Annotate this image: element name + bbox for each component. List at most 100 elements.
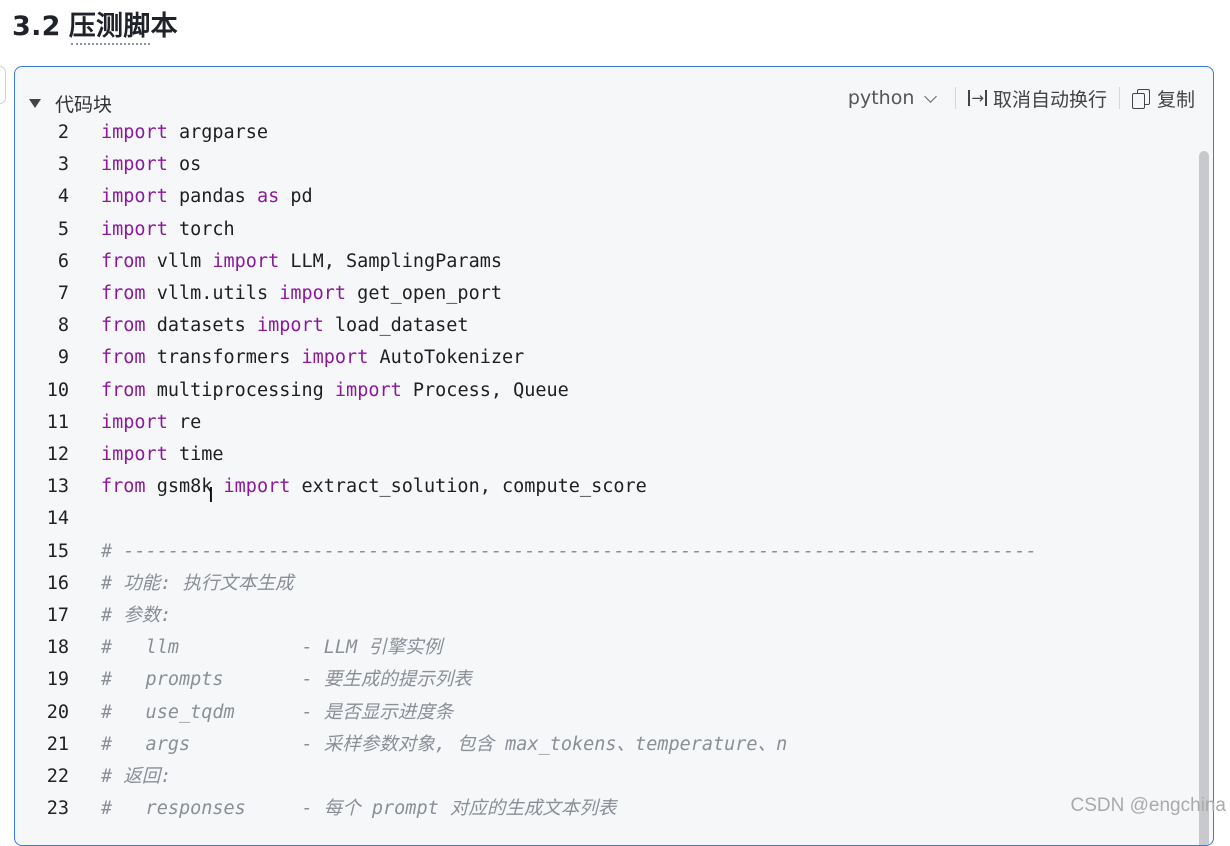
code-token: os xyxy=(167,154,202,176)
toggle-wrap-button[interactable]: → 取消自动换行 xyxy=(968,85,1107,112)
code-keyword: from xyxy=(101,347,146,369)
section-number: 3.2 xyxy=(12,11,61,42)
code-text: import re xyxy=(101,407,201,439)
code-text: import pandas as pd xyxy=(101,181,313,213)
line-number: 4 xyxy=(57,186,69,208)
language-selector[interactable]: python xyxy=(848,87,943,109)
code-keyword: import xyxy=(334,379,402,401)
code-comment: # 功能: 执行文本生成 xyxy=(101,572,294,594)
code-keyword: import xyxy=(212,250,280,272)
code-comment: # prompts - 要生成的提示列表 xyxy=(101,669,472,691)
line-number: 12 xyxy=(46,444,69,465)
wrap-toggle-icon: → xyxy=(968,90,987,106)
code-token: LLM, SamplingParams xyxy=(279,250,502,272)
line-number: 20 xyxy=(46,701,69,723)
toggle-wrap-label: 取消自动换行 xyxy=(992,88,1107,111)
side-edge-tab[interactable] xyxy=(0,66,6,104)
line-number: 9 xyxy=(57,347,69,369)
code-text: # --------------------------------------… xyxy=(101,536,1037,568)
line-number: 2 xyxy=(57,122,69,143)
code-token: extract_solution, compute_score xyxy=(290,476,647,498)
section-heading: 3.2 压测脚本 xyxy=(12,4,178,43)
code-comment: # --------------------------------------… xyxy=(101,540,1037,562)
code-token: torch xyxy=(167,218,235,240)
code-text: # llm - LLM 引擎实例 xyxy=(101,632,442,664)
code-token: re xyxy=(167,411,202,433)
language-label: python xyxy=(847,87,915,109)
line-number: 23 xyxy=(46,798,69,820)
code-text: from vllm import LLM, SamplingParams xyxy=(101,246,502,278)
code-keyword: import xyxy=(256,315,324,337)
code-keyword: import xyxy=(101,411,168,433)
code-text: from vllm.utils import get_open_port xyxy=(101,278,502,310)
code-text: # responses - 每个 prompt 对应的生成文本列表 xyxy=(101,793,616,825)
code-keyword: from xyxy=(101,379,146,401)
copy-button[interactable]: 复制 xyxy=(1131,85,1195,112)
code-token: get_open_port xyxy=(346,283,502,304)
code-block: 代码块 python → 取消自动换行 复制 2 import argparse 3… xyxy=(14,66,1214,846)
text-cursor-icon: I xyxy=(208,483,214,507)
line-number: 22 xyxy=(46,766,69,787)
line-number: 19 xyxy=(46,669,69,691)
line-number: 3 xyxy=(57,154,69,176)
toolbar-divider xyxy=(1118,87,1120,109)
watermark: CSDN @engchina xyxy=(1070,795,1226,816)
code-text: import time xyxy=(101,439,224,471)
code-text: # 参数: xyxy=(101,600,171,632)
code-area[interactable]: 2 import argparse 3 import os 4 import pandas… xyxy=(15,117,1213,845)
code-token: load_dataset xyxy=(323,315,469,337)
vertical-scrollbar[interactable] xyxy=(1199,151,1209,845)
code-token: Process, Queue xyxy=(401,379,569,401)
code-keyword: from xyxy=(101,283,146,304)
code-keyword: from xyxy=(101,250,146,272)
line-number: 21 xyxy=(46,733,69,755)
code-comment: # llm - LLM 引擎实例 xyxy=(101,637,443,659)
code-text: import argparse xyxy=(101,117,268,149)
code-text: # 返回: xyxy=(101,761,171,793)
line-number: 14 xyxy=(46,508,69,530)
code-comment: # args - 采样参数对象, 包含 max_tokens、temperatu… xyxy=(101,733,788,755)
code-token: argparse xyxy=(167,122,269,143)
code-comment: # responses - 每个 prompt 对应的生成文本列表 xyxy=(101,798,617,820)
line-number: 7 xyxy=(57,283,69,304)
code-token: pd xyxy=(279,186,313,208)
code-text: # 功能: 执行文本生成 xyxy=(101,568,294,600)
code-text: # use_tqdm - 是否显示进度条 xyxy=(101,697,453,729)
code-keyword: as xyxy=(256,186,280,208)
caret-down-icon xyxy=(29,99,41,108)
line-number: 10 xyxy=(46,379,69,401)
line-number: 16 xyxy=(46,572,69,594)
code-comment: # 参数: xyxy=(101,605,172,626)
line-number: 18 xyxy=(46,637,69,659)
code-text: # prompts - 要生成的提示列表 xyxy=(101,664,472,696)
chevron-down-icon xyxy=(924,89,938,103)
code-keyword: import xyxy=(279,283,347,304)
copy-icon xyxy=(1131,88,1150,109)
line-number: 17 xyxy=(46,605,69,626)
code-token: vllm.utils xyxy=(145,283,280,304)
code-text: from multiprocessing import Process, Que… xyxy=(101,375,569,407)
line-number: 11 xyxy=(46,411,69,433)
code-keyword: import xyxy=(101,218,168,240)
code-text: from transformers import AutoTokenizer xyxy=(101,342,524,374)
code-block-toolbar: python → 取消自动换行 复制 xyxy=(848,83,1195,113)
code-text: # args - 采样参数对象, 包含 max_tokens、temperatu… xyxy=(101,729,787,761)
code-text: import torch xyxy=(101,214,235,246)
line-number: 13 xyxy=(46,476,69,498)
line-number: 6 xyxy=(57,250,69,272)
code-token: time xyxy=(167,444,224,465)
section-title: 压测脚本 xyxy=(68,11,178,42)
code-keyword: from xyxy=(101,315,146,337)
code-keyword: import xyxy=(101,444,168,465)
code-text: from gsm8k import extract_solution, comp… xyxy=(101,471,647,503)
line-number: 8 xyxy=(57,315,69,337)
code-keyword: import xyxy=(101,122,168,143)
code-text: import os xyxy=(101,149,201,181)
code-token: transformers xyxy=(145,347,302,369)
collapse-toggle[interactable]: 代码块 xyxy=(29,90,112,117)
code-token: pandas xyxy=(167,186,257,208)
code-token: vllm xyxy=(145,250,213,272)
copy-label: 复制 xyxy=(1156,88,1195,111)
code-token: datasets xyxy=(145,315,257,337)
code-comment: # 返回: xyxy=(101,766,172,787)
